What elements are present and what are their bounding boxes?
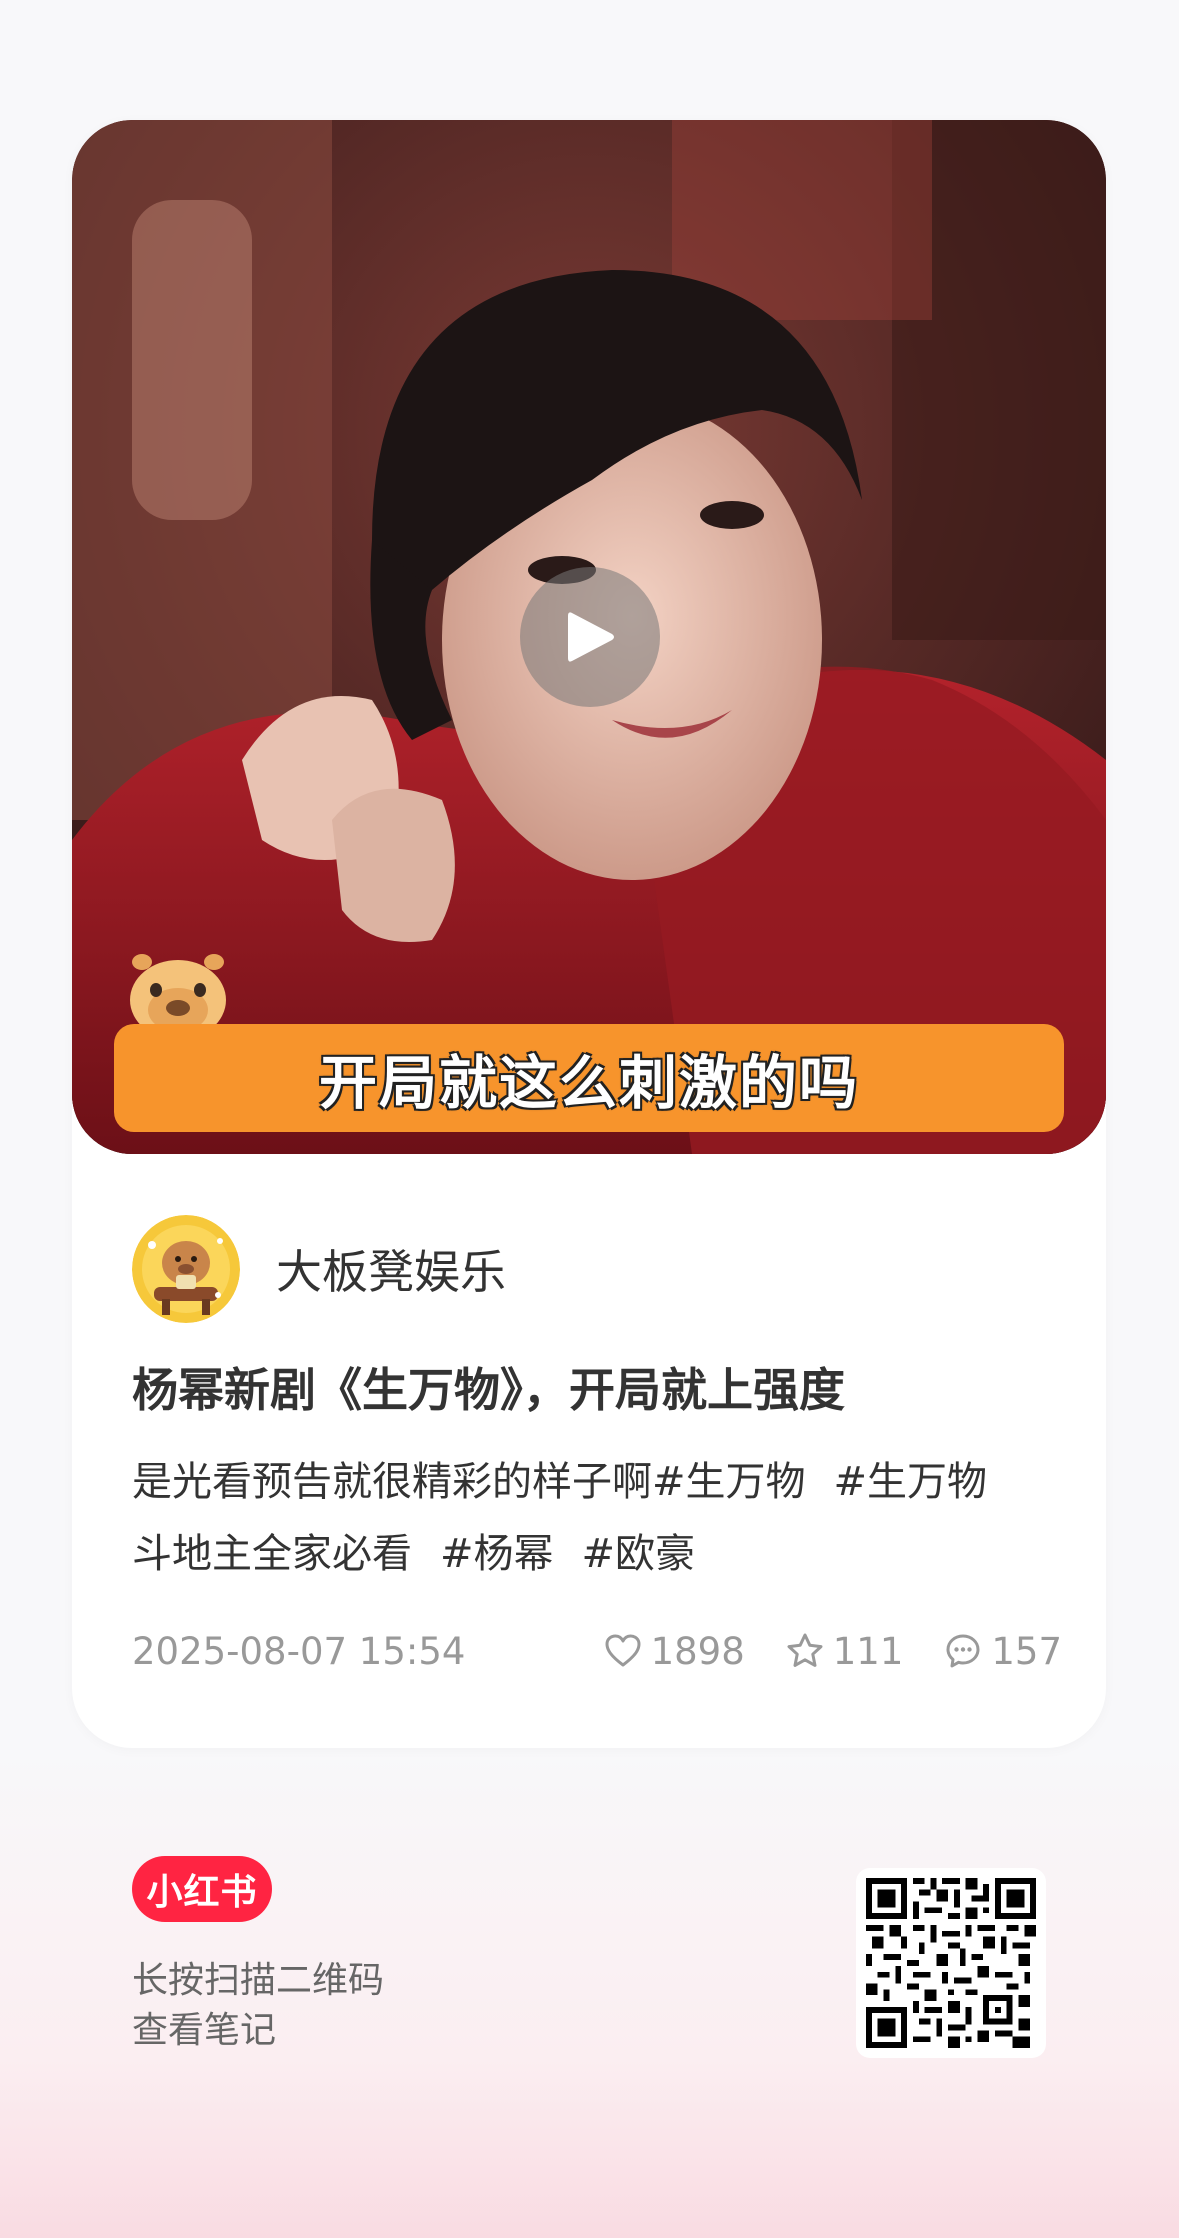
note-description: 是光看预告就很精彩的样子啊#生万物 #生万物 斗地主全家必看 #杨幂 #欧豪 [132, 1446, 1062, 1590]
xiaohongshu-logo: 小红书 [132, 1856, 272, 1922]
note-title: 杨幂新剧《生万物》，开局就上强度 [132, 1363, 845, 1417]
scan-hint-line: 长按扫描二维码 [132, 1960, 385, 2001]
post-date: 2025-08-07 15:54 [132, 1629, 466, 1673]
comment-count: 157 [991, 1629, 1062, 1673]
description-line: 斗地主全家必看 #杨幂 #欧豪 [132, 1518, 1062, 1590]
collect-stat[interactable]: 111 [785, 1629, 904, 1673]
hashtag-link[interactable]: #杨幂 [440, 1531, 554, 1577]
heart-icon [605, 1634, 641, 1667]
comment-stat[interactable]: 157 [943, 1630, 1062, 1673]
comment-icon [946, 1634, 980, 1668]
play-button[interactable] [520, 567, 660, 707]
scan-hint: 长按扫描二维码 查看笔记 [132, 1956, 384, 2056]
meta-row: 2025-08-07 15:54 1898 111 157 [132, 1626, 1062, 1676]
collect-count: 111 [832, 1629, 904, 1673]
brand-name: 小红书 [146, 1872, 258, 1913]
note-card[interactable]: 开局就这么刺激的吗 大板凳娱乐 杨幂新剧《生万物》，开局就上强度 是光看预告就很… [72, 120, 1106, 1748]
author-name[interactable]: 大板凳娱乐 [276, 1236, 506, 1302]
description-text: 斗地主全家必看 [132, 1531, 412, 1577]
like-stat[interactable]: 1898 [603, 1630, 745, 1673]
video-cover[interactable]: 开局就这么刺激的吗 [72, 120, 1106, 1154]
play-icon [568, 612, 614, 662]
star-icon [787, 1633, 823, 1667]
qr-code[interactable] [856, 1868, 1046, 2058]
hashtag-link[interactable]: #生万物 [652, 1459, 806, 1505]
subtitle-bar: 开局就这么刺激的吗 [114, 1024, 1064, 1132]
capybara-avatar-icon [132, 1215, 240, 1323]
description-text: 是光看预告就很精彩的样子啊 [132, 1459, 652, 1505]
like-count: 1898 [650, 1629, 745, 1673]
scan-hint-line: 查看笔记 [132, 2010, 277, 2051]
subtitle-text: 开局就这么刺激的吗 [318, 1049, 859, 1117]
description-line: 是光看预告就很精彩的样子啊#生万物 #生万物 [132, 1446, 1062, 1518]
qr-code-icon [866, 1878, 1036, 2048]
avatar[interactable] [132, 1215, 240, 1323]
hashtag-link[interactable]: #生万物 [834, 1459, 988, 1505]
hashtag-link[interactable]: #欧豪 [582, 1531, 696, 1577]
author-row[interactable]: 大板凳娱乐 [132, 1214, 506, 1324]
